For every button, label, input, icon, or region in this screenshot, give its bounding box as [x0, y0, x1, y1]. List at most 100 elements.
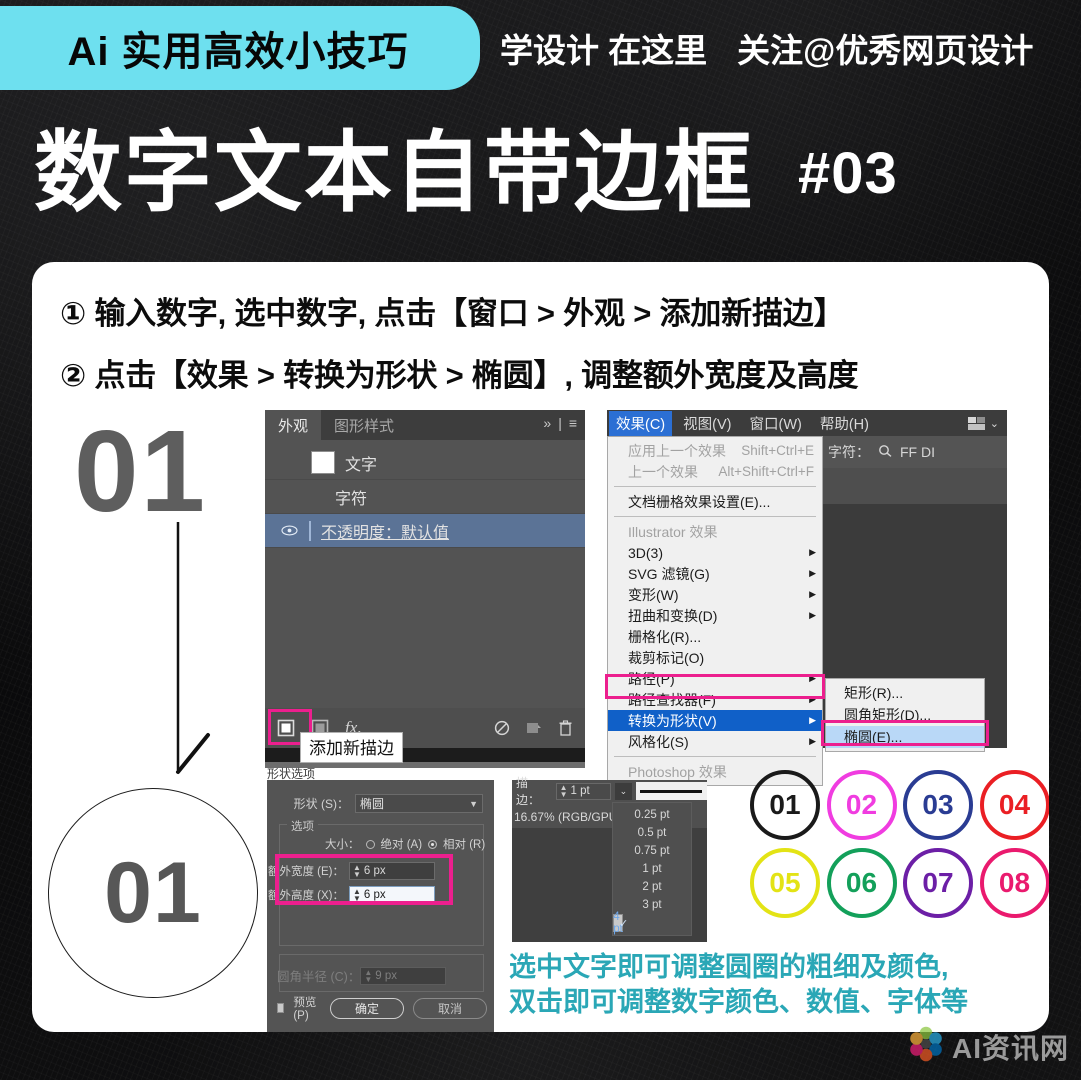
menu-item-label: 栅格化(R)... — [628, 628, 702, 645]
circled-number-preview: 01 — [48, 788, 258, 998]
chevron-right-icon: ▶ — [809, 715, 816, 725]
menu-separator — [614, 486, 816, 487]
stroke-label: 描边： — [516, 776, 541, 807]
stroke-option[interactable]: 0.75 pt — [613, 842, 691, 860]
menu-item-raster-settings[interactable]: 文档栅格效果设置(E)... — [608, 491, 822, 512]
size-radio-row: 大小： 绝对 (A) 相对 (R) — [325, 836, 485, 852]
character-toolbar: 字符： FF DI — [793, 436, 1007, 468]
preview-checkbox[interactable] — [277, 1003, 285, 1013]
menu-item-label: 变形(W) — [628, 586, 679, 603]
menu-item-stylize[interactable]: 风格化(S) ▶ — [608, 731, 822, 752]
watermark: AI资讯网 — [907, 1025, 1069, 1068]
appearance-item-list: 文字 字符 不透明度：默认值 — [265, 440, 585, 692]
menu-window[interactable]: 窗口(W) — [742, 411, 808, 436]
radio-relative[interactable] — [428, 839, 438, 849]
menu-group-illustrator-effects: Illustrator 效果 — [608, 521, 822, 542]
caption-line-one: 选中文字即可调整圆圈的粗细及颜色, — [509, 952, 949, 982]
menu-item-warp[interactable]: 变形(W) ▶ — [608, 584, 822, 605]
stroke-control-row: 描边： ▲ ▼ 1 pt ⌄ — [512, 776, 708, 807]
chevron-down-icon[interactable]: ⌄ — [615, 782, 632, 800]
menu-item-3d[interactable]: 3D(3) ▶ — [608, 542, 822, 563]
menu-item-shortcut: Shift+Ctrl+E — [741, 443, 814, 458]
stepper-icon[interactable]: ▲ ▼ — [560, 784, 568, 799]
stroke-option[interactable]: 2 pt — [613, 878, 691, 896]
search-icon[interactable] — [878, 444, 892, 461]
appearance-row-character[interactable]: 字符 — [265, 480, 585, 514]
shape-value: 椭圆 — [360, 797, 385, 811]
watermark-text: AI资讯网 — [951, 1032, 1069, 1064]
step-one-text: ① 输入数字, 选中数字, 点击【窗口 > 外观 > 添加新描边】 — [60, 296, 845, 331]
size-label: 大小： — [325, 839, 360, 851]
clear-appearance-icon[interactable] — [494, 720, 510, 736]
zoom-level-text: 16.67% (RGB/GPU — [514, 810, 618, 824]
caption-line-two: 双击即可调整数字颜色、数值、字体等 — [509, 987, 968, 1018]
menu-item-rasterize[interactable]: 栅格化(R)... — [608, 626, 822, 647]
stroke-option[interactable]: 0.5 pt — [613, 824, 691, 842]
ok-button[interactable]: 确定 — [330, 997, 404, 1019]
menu-item-svg-filters[interactable]: SVG 滤镜(G) ▶ — [608, 563, 822, 584]
menu-bar: 效果(C) 视图(V) 窗口(W) 帮助(H) ⌄ — [607, 410, 1007, 436]
stroke-option[interactable]: 0.25 pt — [613, 806, 691, 824]
circle-label: 07 — [922, 867, 954, 898]
menu-item-label: 裁剪标记(O) — [628, 649, 705, 666]
stepper-icon: ▲ ▼ — [364, 967, 373, 984]
circle-label: 02 — [845, 789, 878, 820]
menu-item-apply-last-effect[interactable]: 应用上一个效果 Shift+Ctrl+E — [608, 440, 822, 461]
submenu-item-rectangle[interactable]: 矩形(R)... — [826, 682, 984, 704]
convert-to-shape-highlight — [605, 674, 825, 699]
size-absolute-label: 绝对 (A) — [380, 839, 423, 851]
menu-item-label: Photoshop 效果 — [628, 763, 727, 780]
circle-label: 06 — [845, 867, 878, 898]
fill-swatch[interactable] — [311, 451, 335, 474]
chevron-right-icon: ▶ — [809, 568, 816, 578]
divider: | — [558, 415, 562, 431]
numbered-circle: 05 — [750, 848, 820, 918]
menu-item-distort-transform[interactable]: 扭曲和变换(D) ▶ — [608, 605, 822, 626]
font-value[interactable]: FF DI — [900, 444, 935, 460]
appearance-row-opacity[interactable]: 不透明度：默认值 — [265, 514, 585, 548]
menu-separator — [614, 756, 816, 757]
chevron-down-icon: ▼ — [469, 798, 478, 809]
canvas-strip — [793, 468, 1007, 504]
tab-graphic-styles[interactable]: 图形样式 — [321, 410, 407, 440]
menu-item-label: 扭曲和变换(D) — [628, 607, 718, 624]
cancel-button[interactable]: 取消 — [413, 997, 487, 1019]
delete-item-icon[interactable] — [558, 719, 573, 737]
stroke-option-selected[interactable]: 4 pt — [613, 911, 628, 935]
expand-icon[interactable]: » — [543, 415, 551, 431]
menu-view[interactable]: 视图(V) — [676, 411, 738, 436]
menu-help[interactable]: 帮助(H) — [813, 411, 876, 436]
caption-block: 选中文字即可调整圆圈的粗细及颜色, 双击即可调整数字颜色、数值、字体等 — [509, 950, 1049, 1020]
workspace-switcher-icon[interactable]: ⌄ — [967, 416, 1007, 430]
effect-dropdown-menu: 应用上一个效果 Shift+Ctrl+E 上一个效果 Alt+Shift+Ctr… — [607, 436, 823, 786]
tab-appearance[interactable]: 外观 — [265, 410, 322, 440]
shape-select-row: 形状 (S)： 椭圆 ▼ — [283, 794, 483, 813]
menu-item-crop-marks[interactable]: 裁剪标记(O) — [608, 647, 822, 668]
corner-radius-input: ▲ ▼ 9 px — [360, 966, 447, 985]
numbered-circle: 03 — [903, 770, 973, 840]
ellipse-highlight — [821, 720, 989, 746]
stroke-value-input[interactable]: ▲ ▼ 1 pt — [555, 782, 612, 800]
menu-item-convert-to-shape[interactable]: 转换为形状(V) ▶ — [608, 710, 822, 731]
size-relative-label: 相对 (R) — [443, 839, 486, 851]
title-number: #03 — [798, 140, 898, 206]
eye-icon[interactable] — [271, 525, 307, 536]
numbered-circle: 06 — [826, 848, 897, 918]
numbered-circle-grid: 01 02 03 04 05 06 07 08 — [750, 770, 1049, 918]
radio-absolute[interactable] — [365, 839, 375, 849]
step-two-text: ② 点击【效果 > 转换为形状 > 椭圆】, 调整额外宽度及高度 — [60, 358, 859, 393]
menu-effect[interactable]: 效果(C) — [609, 410, 673, 436]
menu-item-last-effect[interactable]: 上一个效果 Alt+Shift+Ctrl+F — [608, 461, 822, 482]
chevron-right-icon: ▶ — [809, 736, 816, 746]
numbered-circle: 07 — [903, 848, 973, 918]
shape-select[interactable]: 椭圆 ▼ — [355, 794, 483, 813]
tooltip-add-new-stroke: 添加新描边 — [300, 732, 403, 763]
duplicate-item-icon[interactable] — [526, 721, 542, 736]
stroke-preview — [635, 782, 708, 800]
stroke-option[interactable]: 3 pt — [613, 896, 691, 914]
appearance-row-text[interactable]: 文字 — [265, 446, 585, 480]
tagline-two: 关注@优秀网页设计 — [737, 32, 1034, 69]
panel-menu-icon[interactable]: ≡ — [569, 415, 577, 431]
stroke-option[interactable]: 1 pt — [613, 860, 691, 878]
stroke-weight-panel: 描边： ▲ ▼ 1 pt ⌄ 16.67% (RGB/GPU 0.25 pt 0.… — [512, 776, 708, 942]
